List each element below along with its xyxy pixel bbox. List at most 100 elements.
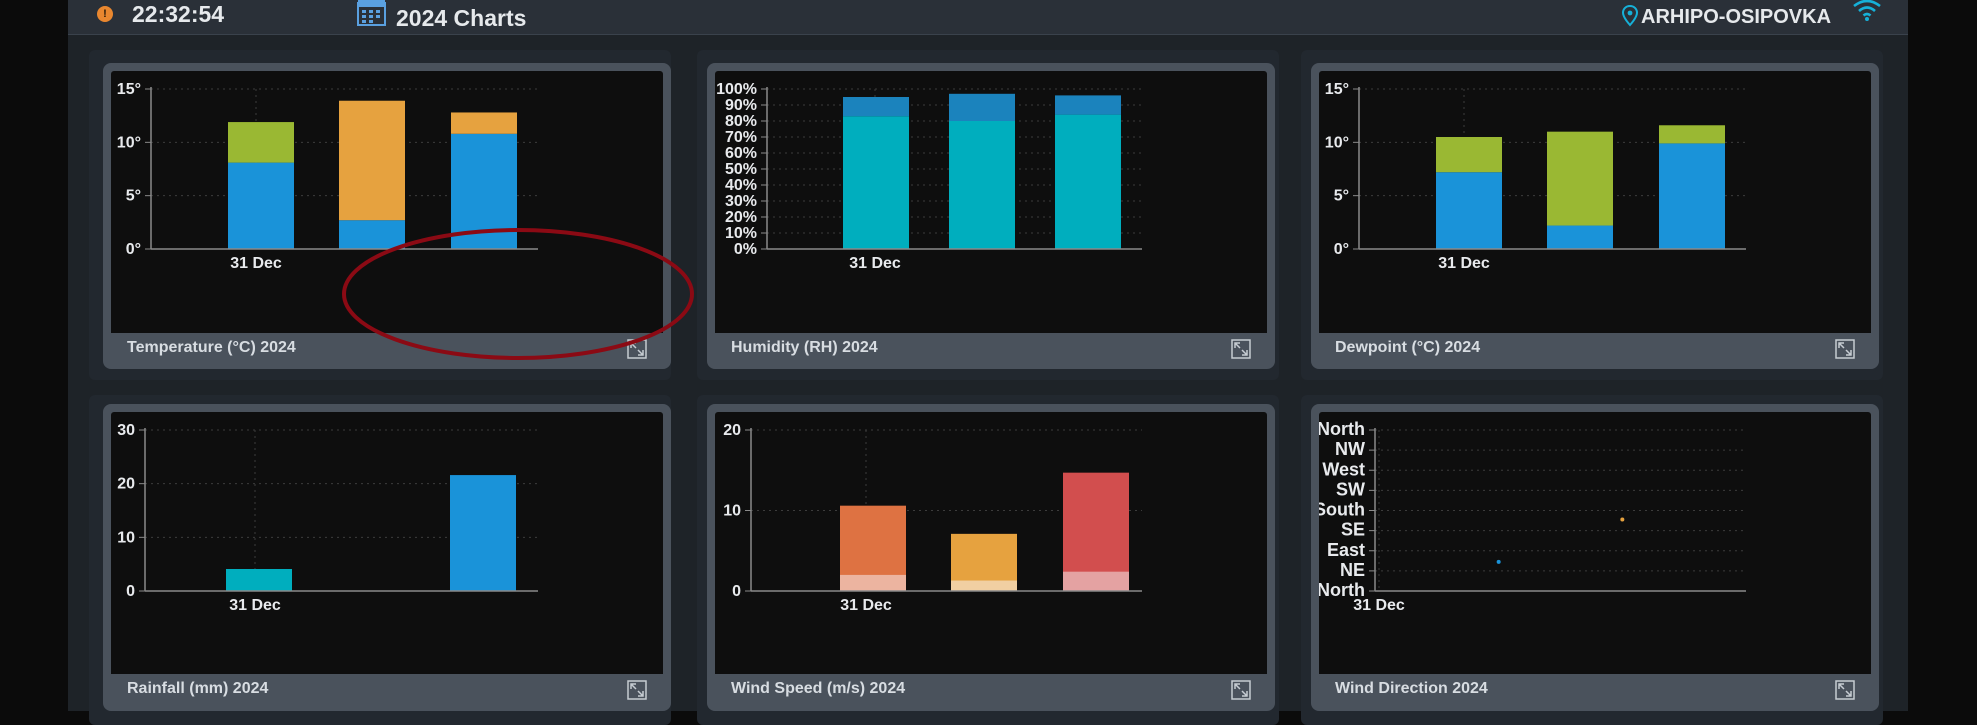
bar xyxy=(1547,225,1613,249)
y-tick-label: 20 xyxy=(723,422,741,439)
windspeed-card: 0 10 20 31 Dec Wind Speed (m/s) 2024 xyxy=(707,404,1275,711)
windspeed-chart: 0 10 20 31 Dec xyxy=(723,422,1142,614)
dewpoint-chart: 0° 5° 10° 15° 31 Dec xyxy=(1325,81,1746,272)
bar xyxy=(840,574,906,591)
expand-icon[interactable] xyxy=(1231,680,1251,700)
y-tick-label: South xyxy=(1319,500,1365,520)
dewpoint-card: 0° 5° 10° 15° 31 Dec Dewpoint (°C) 2024 xyxy=(1311,63,1879,369)
y-tick-label: 50% xyxy=(725,161,757,178)
wifi-icon xyxy=(1853,0,1881,21)
rainfall-chart: 0 10 20 30 31 Dec xyxy=(117,422,538,614)
bar xyxy=(451,133,517,249)
bar xyxy=(1063,571,1129,591)
y-tick-label: 10° xyxy=(1325,134,1349,151)
y-tick-label: 0 xyxy=(126,583,135,600)
y-tick-label: 10 xyxy=(723,503,741,520)
data-point xyxy=(1496,559,1501,564)
bar xyxy=(450,475,516,591)
expand-icon[interactable] xyxy=(627,339,647,359)
y-tick-label: West xyxy=(1322,459,1365,479)
y-tick-label: 100% xyxy=(716,81,757,98)
y-tick-label: 15° xyxy=(117,81,141,98)
expand-icon[interactable] xyxy=(627,680,647,700)
x-tick-label: 31 Dec xyxy=(230,255,282,272)
winddir-chart: NorthNEEastSESouthSWWestNWNorth31 Dec xyxy=(1319,419,1746,614)
bar xyxy=(949,93,1015,121)
temperature-plot: 0° 5° 10° 15° 31 Dec xyxy=(111,71,663,333)
bar xyxy=(1436,172,1502,249)
humidity-card: 0% 10% 20% 30% 40% 50% 60% 70% 80% 90% 100% 31 Dec … xyxy=(707,63,1275,369)
clock-time: 22:32:54 xyxy=(132,1,225,27)
location-name[interactable]: ARHIPO-OSIPOVKA xyxy=(1641,6,1831,29)
y-tick-label: East xyxy=(1327,540,1365,560)
bar xyxy=(1659,143,1725,249)
bar xyxy=(228,122,294,163)
expand-icon[interactable] xyxy=(1835,680,1855,700)
dewpoint-caption: Dewpoint (°C) 2024 xyxy=(1335,339,1481,356)
humidity-chart: 0%10%20%30%40%50%60%70%80%90%100% 31 Dec xyxy=(716,81,1142,272)
bar xyxy=(1055,114,1121,249)
location-pin-icon xyxy=(1622,5,1638,27)
rainfall-card: 0 10 20 30 31 Dec Rainfall (mm) 2024 xyxy=(103,404,671,711)
calendar-icon[interactable] xyxy=(357,0,387,26)
page-title: 2024 Charts xyxy=(396,5,527,31)
bar xyxy=(949,121,1015,249)
y-tick-label: 30% xyxy=(725,193,757,210)
alert-icon[interactable]: ! xyxy=(97,6,113,22)
data-point xyxy=(1620,517,1625,522)
y-tick-label: 10° xyxy=(117,134,141,151)
bar xyxy=(1436,137,1502,173)
y-tick-label: 0 xyxy=(732,583,741,600)
expand-icon[interactable] xyxy=(1835,339,1855,359)
bar xyxy=(843,97,909,117)
winddir-card: North NE East SE South SW West NW North 31 Dec Wi… xyxy=(1311,404,1879,711)
bar xyxy=(1659,125,1725,144)
temperature-card: 0° 5° 10° 15° 31 Dec Temperature (°C) 2024 xyxy=(103,63,671,369)
x-tick-label: 31 Dec xyxy=(1353,597,1405,614)
y-tick-label: SW xyxy=(1336,479,1365,499)
y-tick-label: SE xyxy=(1341,520,1365,540)
bar xyxy=(843,116,909,249)
winddir-caption: Wind Direction 2024 xyxy=(1335,680,1488,697)
y-tick-label: 5° xyxy=(1334,188,1349,205)
rainfall-caption: Rainfall (mm) 2024 xyxy=(127,680,269,697)
y-tick-label: NW xyxy=(1335,439,1365,459)
winddir-plot: North NE East SE South SW West NW North 31 Dec xyxy=(1319,412,1871,674)
bar xyxy=(228,162,294,249)
y-tick-label: 0° xyxy=(1334,241,1349,258)
bar xyxy=(1547,131,1613,226)
rainfall-plot: 0 10 20 30 31 Dec xyxy=(111,412,663,674)
bar xyxy=(339,220,405,249)
y-tick-label: 30 xyxy=(117,422,135,439)
temperature-caption: Temperature (°C) 2024 xyxy=(127,339,296,356)
x-tick-label: 31 Dec xyxy=(849,255,901,272)
bar xyxy=(226,568,292,591)
y-tick-label: 0% xyxy=(734,241,757,258)
y-tick-label: 40% xyxy=(725,177,757,194)
x-tick-label: 31 Dec xyxy=(840,597,892,614)
y-tick-label: NE xyxy=(1340,560,1365,580)
y-tick-label: 20 xyxy=(117,476,135,493)
temperature-chart: 0° 5° 10° 15° 31 Dec xyxy=(117,81,538,272)
humidity-caption: Humidity (RH) 2024 xyxy=(731,339,878,356)
humidity-plot: 0% 10% 20% 30% 40% 50% 60% 70% 80% 90% 100% 31 Dec xyxy=(715,71,1267,333)
y-tick-label: 0° xyxy=(126,241,141,258)
y-tick-label: 80% xyxy=(725,113,757,130)
bar xyxy=(1055,95,1121,115)
y-tick-label: 10% xyxy=(725,225,757,242)
windspeed-plot: 0 10 20 31 Dec xyxy=(715,412,1267,674)
y-tick-label: 20% xyxy=(725,209,757,226)
y-tick-label: 10 xyxy=(117,529,135,546)
y-tick-label: 60% xyxy=(725,145,757,162)
bar xyxy=(339,100,405,221)
y-tick-label: North xyxy=(1319,419,1365,439)
bar xyxy=(451,112,517,134)
bar xyxy=(951,580,1017,591)
y-tick-label: 90% xyxy=(725,97,757,114)
dewpoint-plot: 0° 5° 10° 15° 31 Dec xyxy=(1319,71,1871,333)
x-tick-label: 31 Dec xyxy=(1438,255,1490,272)
x-tick-label: 31 Dec xyxy=(229,597,281,614)
expand-icon[interactable] xyxy=(1231,339,1251,359)
y-tick-label: 70% xyxy=(725,129,757,146)
y-tick-label: 15° xyxy=(1325,81,1349,98)
